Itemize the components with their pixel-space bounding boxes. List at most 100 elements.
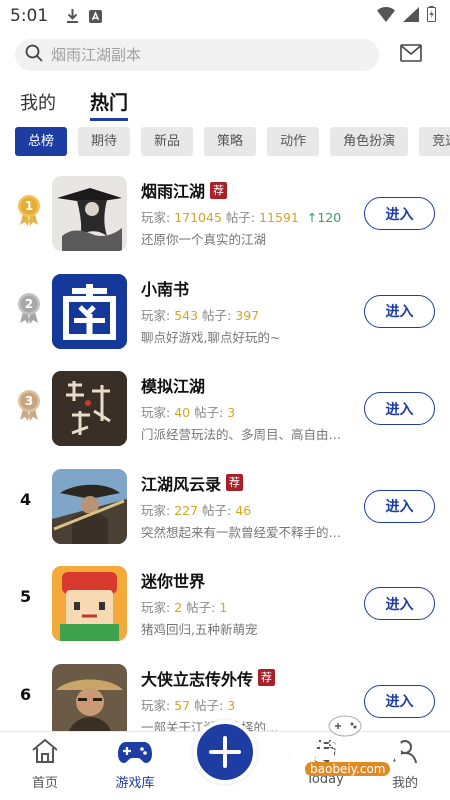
enter-button[interactable]: 进入 bbox=[364, 587, 435, 620]
game-stats: 玩家: 227 帖子: 46 bbox=[141, 500, 356, 518]
recommend-tag: 荐 bbox=[210, 181, 228, 199]
search-input[interactable] bbox=[51, 46, 351, 64]
posts-label: 帖子: bbox=[225, 210, 256, 225]
game-thumbnail[interactable] bbox=[52, 371, 127, 446]
rank-number: 2 bbox=[24, 296, 34, 311]
players-label: 玩家: bbox=[141, 307, 171, 323]
app-notification-icon bbox=[89, 9, 103, 23]
game-stats: 玩家: 40 帖子: 3 bbox=[141, 402, 356, 420]
posts-count: 11591 bbox=[259, 210, 299, 225]
chip-rpg[interactable]: 角色扮演 bbox=[330, 127, 409, 156]
growth-count: 120 bbox=[317, 210, 342, 225]
posts-label: 帖子: bbox=[202, 307, 232, 323]
category-chips: 总榜 期待 新品 策略 动作 角色扮演 竞速 bbox=[15, 127, 450, 156]
chip-racing[interactable]: 竞速 bbox=[419, 127, 450, 156]
players-count: 227 bbox=[174, 502, 199, 518]
game-info: 迷你世界 玩家: 2 帖子: 1 猪鸡回归,五种新萌宠 bbox=[141, 568, 356, 638]
game-stats: 玩家: 2 帖子: 1 bbox=[141, 597, 356, 615]
game-title[interactable]: 小南书 bbox=[141, 276, 189, 300]
game-description: 还原你一个真实的江湖 bbox=[141, 232, 267, 247]
enter-button[interactable]: 进入 bbox=[364, 489, 435, 523]
players-count: 543 bbox=[174, 307, 199, 323]
chip-strategy[interactable]: 策略 bbox=[204, 127, 257, 156]
rank-number: 4 bbox=[20, 489, 32, 509]
arrow-up-icon: ↑ bbox=[306, 210, 318, 225]
enter-button[interactable]: 进入 bbox=[364, 294, 435, 328]
nav-game-library[interactable]: 游戏库 bbox=[100, 738, 170, 791]
posts-count: 46 bbox=[235, 502, 252, 518]
top-tabs: 我的 热门 bbox=[20, 88, 129, 121]
tab-mine[interactable]: 我的 bbox=[20, 89, 56, 115]
players-label: 玩家: bbox=[141, 600, 171, 615]
game-thumbnail[interactable] bbox=[52, 566, 127, 641]
chip-action[interactable]: 动作 bbox=[267, 127, 320, 156]
chip-overall[interactable]: 总榜 bbox=[15, 127, 68, 156]
game-thumbnail[interactable] bbox=[52, 468, 127, 544]
status-bar: 5:01 bbox=[0, 0, 450, 32]
game-stats: 玩家: 543 帖子: 397 bbox=[141, 305, 356, 323]
rank-number: 3 bbox=[24, 394, 34, 408]
nav-home-label: 首页 bbox=[31, 776, 58, 791]
players-label: 玩家: bbox=[141, 210, 171, 225]
game-info: 江湖风云录荐 玩家: 227 帖子: 46 突然想起来有一款曾经爱不释手的… bbox=[141, 471, 356, 541]
game-description: 门派经营玩法的、多周目、高自由… bbox=[141, 427, 342, 442]
players-label: 玩家: bbox=[141, 405, 171, 420]
status-time: 5:01 bbox=[10, 6, 49, 26]
recommend-tag: 荐 bbox=[226, 474, 244, 491]
game-description: 突然想起来有一款曾经爱不释手的… bbox=[141, 524, 342, 540]
mail-icon bbox=[400, 44, 422, 62]
create-post-button[interactable] bbox=[193, 720, 257, 784]
gamepad-icon bbox=[118, 742, 152, 763]
rank-number: 1 bbox=[24, 199, 34, 213]
nav-home[interactable]: 首页 bbox=[10, 738, 80, 791]
download-icon bbox=[66, 8, 79, 24]
game-thumbnail[interactable] bbox=[52, 273, 127, 349]
search-bar[interactable] bbox=[15, 39, 379, 71]
game-title[interactable]: 江湖风云录 bbox=[141, 471, 221, 495]
enter-button[interactable]: 进入 bbox=[364, 684, 435, 718]
signal-icon bbox=[403, 6, 419, 26]
mail-button[interactable] bbox=[400, 44, 422, 62]
players-count: 40 bbox=[174, 405, 191, 420]
game-stats: 玩家: 57 帖子: 3 bbox=[141, 695, 356, 713]
list-item[interactable]: 1 烟雨江湖荐 玩家: 171045 帖子: 11591 ↑120 还原你一个真… bbox=[0, 167, 450, 265]
search-icon bbox=[25, 44, 43, 66]
list-item[interactable]: 2 小南书 玩家: 543 帖子: 397 聊点好游戏,聊点好玩的~ 进入 bbox=[0, 265, 450, 363]
list-item[interactable]: 3 模拟江湖 玩家: 40 帖子: 3 门派经营玩法的、多周目、高自由… 进入 bbox=[0, 362, 450, 460]
home-icon bbox=[32, 738, 58, 763]
rank-number: 6 bbox=[20, 684, 32, 704]
list-item[interactable]: 4 江湖风云录荐 玩家: 227 帖子: 46 突然想起来有一款曾经爱不释手的…… bbox=[0, 460, 450, 558]
list-item[interactable]: 5 迷你世界 玩家: 2 帖子: 1 猪鸡回归,五种新萌宠 进入 bbox=[0, 557, 450, 655]
game-thumbnail[interactable] bbox=[52, 663, 127, 739]
enter-button[interactable]: 进入 bbox=[364, 197, 435, 230]
chip-anticipated[interactable]: 期待 bbox=[78, 127, 131, 156]
game-info: 大侠立志传外传荐 玩家: 57 帖子: 3 一部关于江湖与抉择的… bbox=[141, 666, 356, 736]
growth-indicator: ↑120 bbox=[307, 210, 341, 225]
tab-hot-label: 热门 bbox=[90, 92, 129, 114]
game-info: 烟雨江湖荐 玩家: 171045 帖子: 11591 ↑120 还原你一个真实的… bbox=[141, 178, 356, 248]
players-count: 2 bbox=[174, 600, 183, 615]
game-title[interactable]: 烟雨江湖 bbox=[141, 178, 205, 202]
game-stats: 玩家: 171045 帖子: 11591 ↑120 bbox=[141, 207, 356, 225]
game-info: 模拟江湖 玩家: 40 帖子: 3 门派经营玩法的、多周目、高自由… bbox=[141, 373, 356, 443]
players-label: 玩家: bbox=[141, 697, 171, 713]
watermark-url: baobeiy.com bbox=[305, 762, 391, 776]
game-thumbnail[interactable] bbox=[52, 176, 127, 251]
posts-label: 帖子: bbox=[202, 502, 232, 518]
tab-hot[interactable]: 热门 bbox=[90, 88, 129, 121]
bronze-medal-icon: 3 bbox=[14, 388, 44, 422]
enter-button[interactable]: 进入 bbox=[364, 392, 435, 425]
game-title[interactable]: 大侠立志传外传 bbox=[141, 666, 253, 690]
chip-new[interactable]: 新品 bbox=[141, 127, 194, 156]
game-ranking-list: 1 烟雨江湖荐 玩家: 171045 帖子: 11591 ↑120 还原你一个真… bbox=[0, 167, 450, 752]
posts-label: 帖子: bbox=[194, 697, 224, 713]
recommend-tag: 荐 bbox=[258, 669, 276, 686]
posts-label: 帖子: bbox=[186, 600, 216, 615]
rank-number: 5 bbox=[20, 587, 32, 606]
posts-label: 帖子: bbox=[194, 405, 224, 420]
posts-count: 3 bbox=[227, 405, 236, 420]
game-title[interactable]: 模拟江湖 bbox=[141, 373, 205, 397]
posts-count: 1 bbox=[219, 600, 228, 615]
silver-medal-icon: 2 bbox=[14, 291, 44, 325]
game-title[interactable]: 迷你世界 bbox=[141, 568, 205, 592]
